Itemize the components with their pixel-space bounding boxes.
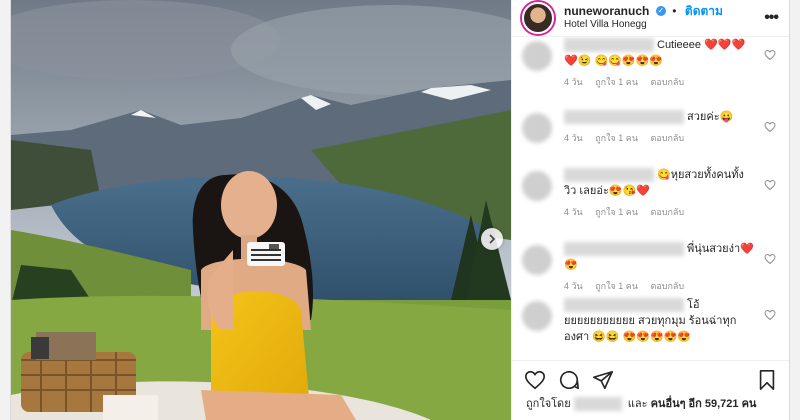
commenter-name[interactable] [564, 38, 654, 53]
comment-item: 😋หุยสวยทั้งคนทั้งวิว เลยอ่ะ😍😘❤️ 4 วัน ถู… [522, 167, 780, 219]
reply-button[interactable]: ตอบกลับ [651, 207, 685, 217]
comment-body: สวยค่ะ😛 [564, 109, 754, 125]
reply-button[interactable]: ตอบกลับ [651, 77, 685, 87]
bookmark-icon[interactable] [756, 369, 778, 391]
comment-like-heart-icon[interactable] [764, 253, 776, 265]
post-frame: nuneworanuch ✓ • ติดตาม Hotel Villa Hone… [10, 0, 790, 420]
likes-prefix: ถูกใจโดย [526, 398, 571, 410]
comment-likes[interactable]: ถูกใจ 1 คน [595, 207, 638, 217]
comment-meta: 4 วัน ถูกใจ 1 คน ตอบกลับ [564, 279, 780, 293]
commenter-avatar[interactable] [522, 41, 552, 71]
comment-likes[interactable]: ถูกใจ 1 คน [595, 281, 638, 291]
more-options-icon[interactable]: ••• [764, 9, 779, 27]
commenter-avatar[interactable] [522, 301, 552, 331]
post-actions [512, 360, 789, 391]
comment-item: พี่นุ่นสวยง่า❤️😍 4 วัน ถูกใจ 1 คน ตอบกลั… [522, 241, 780, 293]
profile-avatar[interactable] [522, 2, 554, 34]
commenter-avatar[interactable] [522, 171, 552, 201]
reply-button[interactable]: ตอบกลับ [651, 133, 685, 143]
comment-time[interactable]: 4 วัน [564, 207, 583, 217]
share-icon[interactable] [592, 369, 614, 391]
comment-like-heart-icon[interactable] [764, 121, 776, 133]
comment-time[interactable]: 4 วัน [564, 133, 583, 143]
reply-button[interactable]: ตอบกลับ [651, 281, 685, 291]
verified-icon: ✓ [655, 5, 666, 16]
chevron-right-icon [489, 234, 496, 244]
comment-icon[interactable] [558, 369, 580, 391]
comment-item: โอ้ยยยยยยยยยยย สวยทุกมุม ร้อนฉ่าทุกองศา … [522, 297, 780, 345]
heart-icon[interactable] [524, 369, 546, 391]
post-sidebar: nuneworanuch ✓ • ติดตาม Hotel Villa Hone… [511, 0, 789, 420]
comment-body: โอ้ยยยยยยยยยยย สวยทุกมุม ร้อนฉ่าทุกองศา … [564, 297, 754, 345]
comment-like-heart-icon[interactable] [764, 49, 776, 61]
liker-name[interactable] [573, 397, 622, 412]
comment-like-heart-icon[interactable] [764, 179, 776, 191]
comment-time[interactable]: 4 วัน [564, 281, 583, 291]
username-link[interactable]: nuneworanuch [564, 4, 649, 18]
location-link[interactable]: Hotel Villa Honegg [564, 18, 723, 32]
comments-list[interactable]: Cutieeee ❤️❤️❤️❤️😉 😋😋😍😍😍 4 วัน ถูกใจ 1 ค… [512, 37, 789, 353]
commenter-name[interactable] [564, 298, 684, 313]
likes-summary[interactable]: ถูกใจโดย และ คนอื่นๆ อีก 59,721 คน [526, 394, 756, 412]
comment-text: สวยค่ะ😛 [687, 111, 734, 123]
comment-time[interactable]: 4 วัน [564, 77, 583, 87]
commenter-avatar[interactable] [522, 245, 552, 275]
commenter-name[interactable] [564, 110, 684, 125]
next-image-button[interactable] [481, 228, 503, 250]
likes-middle: และ [627, 398, 648, 410]
post-header: nuneworanuch ✓ • ติดตาม Hotel Villa Hone… [512, 0, 789, 37]
comment-likes[interactable]: ถูกใจ 1 คน [595, 77, 638, 87]
comment-body: พี่นุ่นสวยง่า❤️😍 [564, 241, 754, 273]
likes-others[interactable]: คนอื่นๆ อีก 59,721 คน [651, 398, 757, 410]
post-photo[interactable] [11, 0, 511, 420]
comment-body: Cutieeee ❤️❤️❤️❤️😉 😋😋😍😍😍 [564, 37, 754, 69]
comment-item: สวยค่ะ😛 4 วัน ถูกใจ 1 คน ตอบกลับ [522, 109, 780, 145]
comment-likes[interactable]: ถูกใจ 1 คน [595, 133, 638, 143]
commenter-avatar[interactable] [522, 113, 552, 143]
commenter-name[interactable] [564, 242, 684, 257]
comment-meta: 4 วัน ถูกใจ 1 คน ตอบกลับ [564, 205, 780, 219]
comment-meta: 4 วัน ถูกใจ 1 คน ตอบกลับ [564, 75, 780, 89]
photo-illustration [11, 0, 511, 420]
commenter-name[interactable] [564, 168, 654, 183]
comment-item: Cutieeee ❤️❤️❤️❤️😉 😋😋😍😍😍 4 วัน ถูกใจ 1 ค… [522, 37, 780, 89]
comment-like-heart-icon[interactable] [764, 309, 776, 321]
comment-body: 😋หุยสวยทั้งคนทั้งวิว เลยอ่ะ😍😘❤️ [564, 167, 754, 199]
follow-button[interactable]: ติดตาม [685, 4, 723, 18]
header-text: nuneworanuch ✓ • ติดตาม Hotel Villa Hone… [564, 4, 723, 32]
separator-dot: • [672, 4, 677, 18]
comment-meta: 4 วัน ถูกใจ 1 คน ตอบกลับ [564, 131, 780, 145]
